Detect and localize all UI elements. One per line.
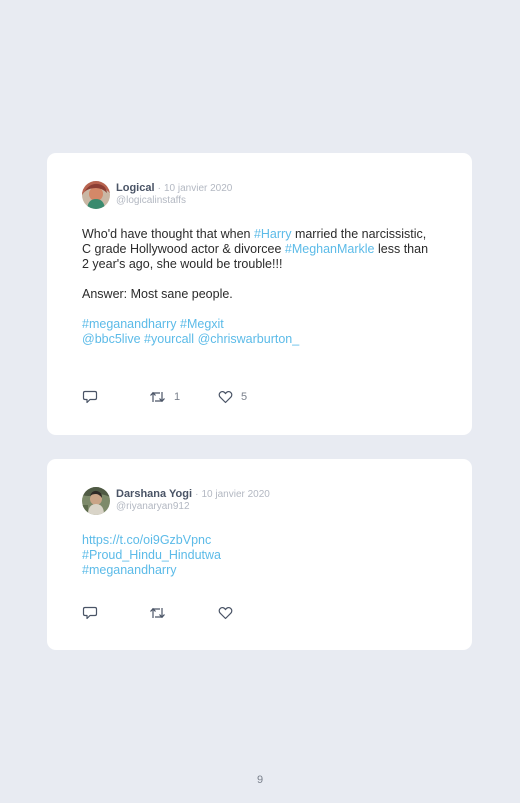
tweet-card: Darshana Yogi · 10 janvier 2020 @riyanar… <box>47 459 472 650</box>
like-count: 5 <box>241 391 248 403</box>
tweet-meta: Darshana Yogi · 10 janvier 2020 @riyanar… <box>116 487 270 513</box>
tweet-meta: Logical · 10 janvier 2020 @logicalinstaf… <box>116 181 232 207</box>
heart-icon <box>218 606 233 620</box>
text-segment: Who'd have thought that when <box>82 227 254 241</box>
url-link[interactable]: https://t.co/oi9GzbVpnc <box>82 533 211 547</box>
tweet-text: Who'd have thought that when #Harry marr… <box>82 227 437 347</box>
reply-button[interactable] <box>82 390 149 404</box>
avatar[interactable] <box>82 487 110 515</box>
like-button[interactable] <box>218 606 278 620</box>
reply-icon <box>82 390 98 404</box>
reply-button[interactable] <box>82 606 149 620</box>
retweet-count: 1 <box>174 391 181 403</box>
tweet-header: Darshana Yogi · 10 janvier 2020 @riyanar… <box>82 487 437 517</box>
retweet-button[interactable]: 1 <box>149 390 218 404</box>
author-handle[interactable]: @logicalinstaffs <box>116 195 232 207</box>
retweet-icon <box>150 391 165 403</box>
tweet-card: Logical · 10 janvier 2020 @logicalinstaf… <box>47 153 472 435</box>
author-handle[interactable]: @riyanaryan912 <box>116 501 270 513</box>
page-number: 9 <box>256 774 264 786</box>
mention-link[interactable]: @bbc5live <box>82 332 141 346</box>
meta-separator: · <box>157 183 161 194</box>
tweet-date[interactable]: 10 janvier 2020 <box>164 183 232 194</box>
hashtag-link[interactable]: #Megxit <box>180 317 224 331</box>
retweet-button[interactable] <box>149 606 218 620</box>
mention-link[interactable]: @chriswarburton_ <box>198 332 300 346</box>
hashtag-link[interactable]: #meganandharry <box>82 317 177 331</box>
author-name[interactable]: Logical <box>116 182 155 194</box>
hashtag-link[interactable]: #Harry <box>254 227 292 241</box>
tweet-date[interactable]: 10 janvier 2020 <box>201 489 269 500</box>
tweet-paragraph: Who'd have thought that when #Harry marr… <box>82 227 437 272</box>
hashtag-link[interactable]: #MeghanMarkle <box>285 242 375 256</box>
meta-separator: · <box>195 489 199 500</box>
heart-icon <box>218 390 233 404</box>
tweet-actions <box>82 606 278 620</box>
reply-icon <box>82 606 98 620</box>
hashtag-link[interactable]: #yourcall <box>144 332 194 346</box>
avatar[interactable] <box>82 181 110 209</box>
hashtag-link[interactable]: #meganandharry <box>82 563 177 577</box>
avatar-photo-icon <box>82 181 110 209</box>
tweet-links: https://t.co/oi9GzbVpnc #Proud_Hindu_Hin… <box>82 533 437 578</box>
like-button[interactable]: 5 <box>218 390 278 404</box>
avatar-photo-icon <box>82 487 110 515</box>
author-name[interactable]: Darshana Yogi <box>116 488 192 500</box>
tweet-header: Logical · 10 janvier 2020 @logicalinstaf… <box>82 181 437 211</box>
hashtag-link[interactable]: #Proud_Hindu_Hindutwa <box>82 548 221 562</box>
tweet-actions: 1 5 <box>82 390 278 404</box>
tweet-paragraph: Answer: Most sane people. <box>82 287 233 301</box>
retweet-icon <box>150 607 165 619</box>
tweet-tags: #meganandharry #Megxit @bbc5live #yourca… <box>82 317 437 347</box>
tweet-text: https://t.co/oi9GzbVpnc #Proud_Hindu_Hin… <box>82 533 437 578</box>
